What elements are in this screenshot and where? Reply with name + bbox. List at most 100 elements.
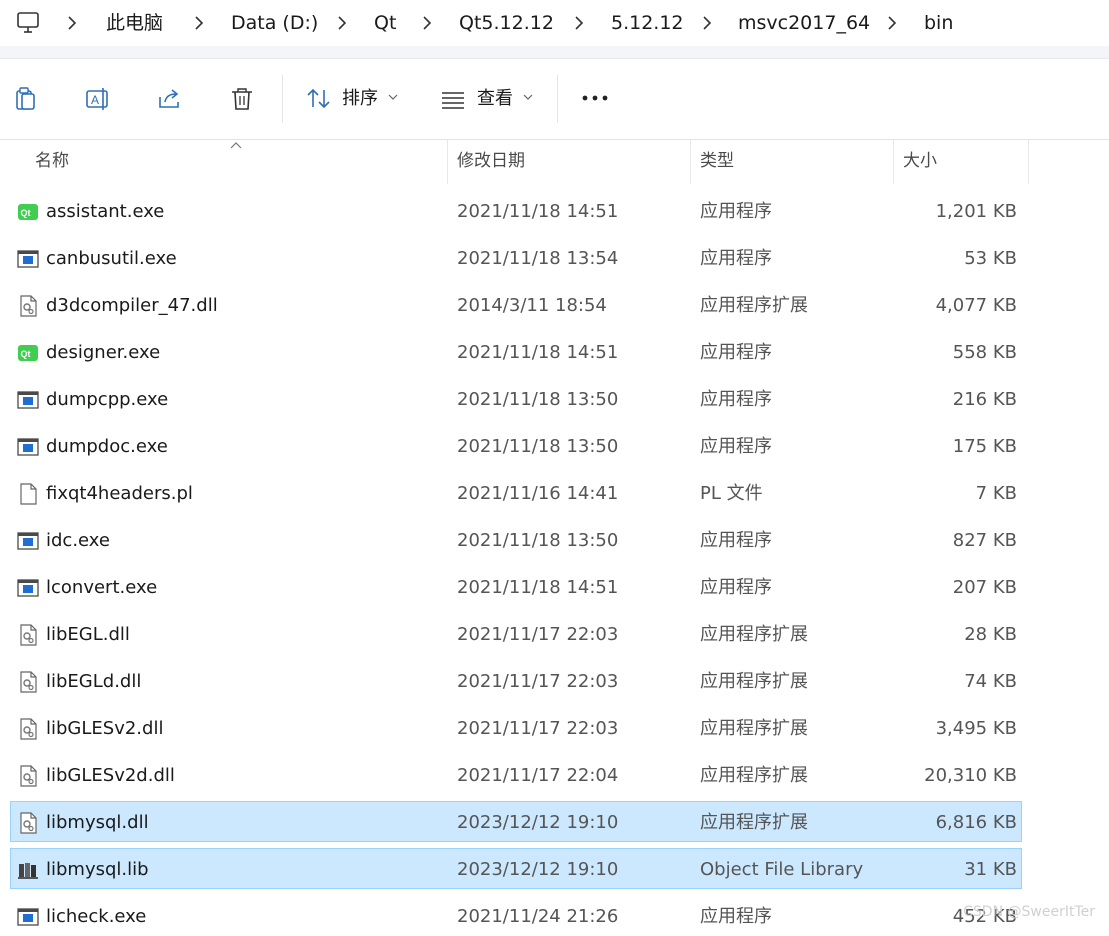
exe-icon	[17, 906, 39, 928]
qt-app-icon: Qt	[17, 201, 39, 223]
more-icon[interactable]	[580, 93, 610, 103]
svg-text:A: A	[91, 93, 99, 107]
file-row[interactable]: licheck.exe 2021/11/24 21:26 应用程序 452 KB	[10, 895, 1022, 936]
file-type: 应用程序扩展	[700, 718, 808, 739]
chevron-down-icon[interactable]	[388, 93, 398, 101]
file-name: libGLESv2.dll	[46, 718, 164, 739]
file-date: 2021/11/18 13:50	[457, 389, 619, 410]
svg-text:Qt: Qt	[21, 349, 31, 359]
file-date: 2021/11/18 14:51	[457, 342, 619, 363]
breadcrumb-item[interactable]: Qt5.12.12	[459, 11, 554, 35]
breadcrumb-item[interactable]: 此电脑	[106, 11, 163, 35]
breadcrumb-item[interactable]: 5.12.12	[611, 11, 684, 35]
file-row[interactable]: dumpcpp.exe 2021/11/18 13:50 应用程序 216 KB	[10, 378, 1022, 419]
file-row[interactable]: d3dcompiler_47.dll 2014/3/11 18:54 应用程序扩展 4…	[10, 284, 1022, 325]
exe-icon	[17, 436, 39, 458]
chevron-right-icon[interactable]	[699, 12, 715, 34]
file-name: idc.exe	[46, 530, 110, 551]
column-header-type[interactable]: 类型	[700, 150, 734, 172]
file-size: 74 KB	[964, 671, 1017, 692]
delete-icon[interactable]	[228, 85, 256, 113]
file-row[interactable]: fixqt4headers.pl 2021/11/16 14:41 PL 文件 7 K…	[10, 472, 1022, 513]
file-type: 应用程序	[700, 389, 772, 410]
file-type: 应用程序	[700, 530, 772, 551]
file-name: libmysql.dll	[46, 812, 149, 833]
file-row[interactable]: canbusutil.exe 2021/11/18 13:54 应用程序 53 KB	[10, 237, 1022, 278]
breadcrumb-item[interactable]: Qt	[374, 11, 396, 35]
chevron-right-icon[interactable]	[334, 12, 350, 34]
column-resize-handle[interactable]	[1028, 140, 1029, 184]
breadcrumb-item[interactable]: Data (D:)	[231, 11, 318, 35]
file-size: 3,495 KB	[935, 718, 1017, 739]
file-date: 2021/11/17 22:03	[457, 718, 619, 739]
file-row[interactable]: lconvert.exe 2021/11/18 14:51 应用程序 207 KB	[10, 566, 1022, 607]
file-row[interactable]: libGLESv2.dll 2021/11/17 22:03 应用程序扩展 3,495…	[10, 707, 1022, 748]
exe-icon	[17, 530, 39, 552]
sort-icon[interactable]	[305, 85, 333, 113]
file-date: 2021/11/16 14:41	[457, 483, 619, 504]
file-size: 216 KB	[952, 389, 1017, 410]
view-button-label[interactable]: 查看	[477, 87, 513, 111]
file-name: assistant.exe	[46, 201, 165, 222]
file-date: 2014/3/11 18:54	[457, 295, 607, 316]
file-size: 1,201 KB	[935, 201, 1017, 222]
file-type: 应用程序	[700, 248, 772, 269]
share-icon[interactable]	[156, 85, 184, 113]
column-header-name[interactable]: 名称	[35, 150, 69, 172]
column-header-row: 名称 修改日期 类型 大小	[0, 140, 1109, 184]
file-row[interactable]: libmysql.lib 2023/12/12 19:10 Object File …	[10, 848, 1022, 889]
breadcrumb-item-current[interactable]: bin	[924, 11, 953, 35]
file-row[interactable]: idc.exe 2021/11/18 13:50 应用程序 827 KB	[10, 519, 1022, 560]
file-type: 应用程序	[700, 342, 772, 363]
file-name: designer.exe	[46, 342, 161, 363]
file-date: 2021/11/17 22:03	[457, 671, 619, 692]
file-row[interactable]: libEGL.dll 2021/11/17 22:03 应用程序扩展 28 KB	[10, 613, 1022, 654]
file-row[interactable]: libmysql.dll 2023/12/12 19:10 应用程序扩展 6,816 …	[10, 801, 1022, 842]
file-name: libGLESv2d.dll	[46, 765, 175, 786]
file-row[interactable]: Qt designer.exe 2021/11/18 14:51 应用程序 558 KB	[10, 331, 1022, 372]
breadcrumb-item[interactable]: msvc2017_64	[738, 11, 870, 35]
chevron-right-icon[interactable]	[884, 12, 900, 34]
sort-ascending-icon	[230, 142, 242, 149]
column-resize-handle[interactable]	[893, 140, 894, 184]
file-type: 应用程序扩展	[700, 671, 808, 692]
exe-icon	[17, 577, 39, 599]
column-header-size[interactable]: 大小	[903, 150, 937, 172]
column-header-date[interactable]: 修改日期	[457, 150, 525, 172]
file-size: 558 KB	[952, 342, 1017, 363]
column-resize-handle[interactable]	[447, 140, 448, 184]
column-resize-handle[interactable]	[690, 140, 691, 184]
file-name: dumpcpp.exe	[46, 389, 169, 410]
toolbar-divider	[557, 75, 558, 123]
view-icon[interactable]	[439, 85, 467, 113]
dll-icon	[17, 295, 39, 317]
file-date: 2021/11/24 21:26	[457, 906, 619, 927]
exe-icon	[17, 389, 39, 411]
file-date: 2023/12/12 19:10	[457, 859, 619, 880]
file-size: 28 KB	[964, 624, 1017, 645]
file-name: dumpdoc.exe	[46, 436, 168, 457]
file-row[interactable]: libGLESv2d.dll 2021/11/17 22:04 应用程序扩展 20,3…	[10, 754, 1022, 795]
this-pc-icon[interactable]	[15, 10, 41, 36]
file-size: 4,077 KB	[935, 295, 1017, 316]
chevron-down-icon[interactable]	[523, 93, 533, 101]
sort-button-label[interactable]: 排序	[342, 87, 378, 111]
chevron-right-icon[interactable]	[191, 12, 207, 34]
chevron-right-icon[interactable]	[571, 12, 587, 34]
dll-icon	[17, 718, 39, 740]
file-size: 6,816 KB	[935, 812, 1017, 833]
address-bar[interactable]: 此电脑 Data (D:) Qt Qt5.12.12 5.12.12 msvc2…	[0, 0, 1109, 46]
file-type: PL 文件	[700, 483, 763, 504]
chevron-right-icon[interactable]	[64, 12, 80, 34]
address-bar-divider	[0, 46, 1109, 59]
copy-icon[interactable]	[12, 85, 40, 113]
file-date: 2021/11/18 13:50	[457, 530, 619, 551]
file-row[interactable]: dumpdoc.exe 2021/11/18 13:50 应用程序 175 KB	[10, 425, 1022, 466]
chevron-right-icon[interactable]	[419, 12, 435, 34]
file-size: 53 KB	[964, 248, 1017, 269]
file-date: 2021/11/18 14:51	[457, 201, 619, 222]
rename-icon[interactable]: A	[84, 85, 112, 113]
file-date: 2021/11/17 22:03	[457, 624, 619, 645]
file-row[interactable]: libEGLd.dll 2021/11/17 22:03 应用程序扩展 74 KB	[10, 660, 1022, 701]
file-row[interactable]: Qt assistant.exe 2021/11/18 14:51 应用程序 1,201…	[10, 190, 1022, 231]
